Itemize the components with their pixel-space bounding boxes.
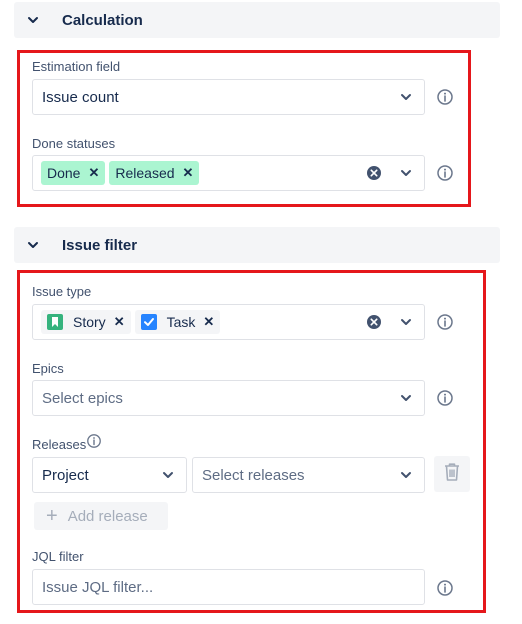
plus-icon: +: [46, 505, 58, 527]
chevron-down-icon: [160, 467, 176, 483]
remove-tag-icon[interactable]: ✕: [203, 314, 214, 330]
trash-icon: [443, 462, 461, 487]
calculation-section-header[interactable]: Calculation: [14, 2, 500, 38]
issue-type-tag-label: Task: [166, 314, 196, 330]
epics-label: Epics: [32, 361, 64, 376]
done-statuses-select[interactable]: Done ✕ Released ✕: [32, 155, 425, 191]
status-tag-released: Released ✕: [109, 161, 200, 185]
info-icon[interactable]: [436, 579, 454, 597]
epics-select[interactable]: Select epics: [32, 380, 425, 416]
delete-release-button[interactable]: [434, 456, 470, 492]
done-statuses-label: Done statuses: [32, 136, 116, 151]
estimation-field-value: Issue count: [42, 88, 119, 106]
status-tag-done: Done ✕: [41, 161, 106, 185]
info-icon[interactable]: [86, 433, 102, 449]
chevron-down-icon: [398, 314, 414, 330]
remove-tag-icon[interactable]: ✕: [114, 314, 125, 330]
task-icon: [140, 314, 157, 330]
add-release-button[interactable]: + Add release: [34, 502, 168, 530]
calculation-title: Calculation: [62, 11, 143, 29]
releases-placeholder: Select releases: [202, 466, 305, 484]
info-icon[interactable]: [436, 389, 454, 407]
issue-filter-section-header[interactable]: Issue filter: [14, 227, 500, 263]
add-release-label: Add release: [67, 507, 148, 525]
releases-select[interactable]: Select releases: [192, 457, 425, 493]
info-icon[interactable]: [436, 88, 454, 106]
releases-label: Releases: [32, 437, 87, 452]
info-icon[interactable]: [436, 313, 454, 331]
epics-placeholder: Select epics: [42, 389, 123, 407]
chevron-down-icon: [26, 13, 40, 27]
chevron-down-icon: [398, 89, 414, 105]
jql-filter-input[interactable]: Issue JQL filter...: [32, 569, 425, 605]
release-project-select[interactable]: Project: [32, 457, 187, 493]
status-tag-label: Released: [115, 165, 175, 181]
issue-type-tag-task: Task ✕: [134, 310, 221, 334]
remove-tag-icon[interactable]: ✕: [88, 165, 99, 181]
release-project-value: Project: [42, 466, 89, 484]
issue-type-tag-story: Story ✕: [41, 310, 131, 334]
clear-icon[interactable]: [366, 165, 382, 181]
estimation-field-select[interactable]: Issue count: [32, 79, 425, 115]
estimation-field-label: Estimation field: [32, 59, 121, 74]
chevron-down-icon: [26, 238, 40, 252]
chevron-down-icon: [398, 390, 414, 406]
issue-filter-title: Issue filter: [62, 236, 138, 254]
issue-type-label: Issue type: [32, 284, 92, 299]
issue-type-select[interactable]: Story ✕ Task ✕: [32, 304, 425, 340]
status-tag-label: Done: [47, 165, 81, 181]
story-icon: [47, 314, 63, 330]
chevron-down-icon: [398, 467, 414, 483]
jql-filter-label: JQL filter: [32, 549, 84, 564]
chevron-down-icon: [398, 165, 414, 181]
info-icon[interactable]: [436, 164, 454, 182]
issue-type-tag-label: Story: [73, 314, 106, 330]
remove-tag-icon[interactable]: ✕: [183, 165, 194, 181]
clear-icon[interactable]: [366, 314, 382, 330]
jql-filter-placeholder: Issue JQL filter...: [42, 578, 154, 596]
